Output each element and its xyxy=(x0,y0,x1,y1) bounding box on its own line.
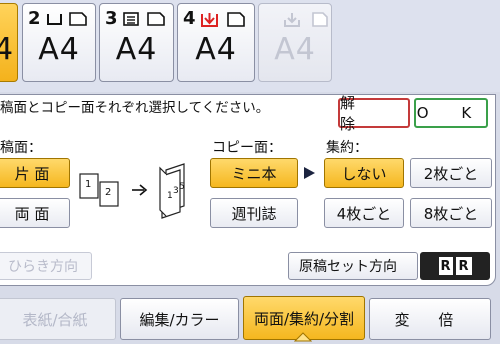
tray-type-icons xyxy=(201,12,245,27)
original-orientation-label: 原稿セット方向 xyxy=(299,259,397,275)
combine-4-button[interactable]: 4枚ごと xyxy=(324,198,404,228)
illustration-book-page-a: 1 xyxy=(167,191,173,201)
combine-2-button[interactable]: 2枚ごと xyxy=(410,158,492,188)
tab-edit-color-label: 編集/カラー xyxy=(139,310,220,329)
illustration-book-page-b: 3 xyxy=(173,186,179,196)
tray-size: 4 xyxy=(0,32,15,67)
play-arrow-icon xyxy=(304,167,315,179)
ok-button-label: O K xyxy=(416,104,486,122)
combine-4-label: 4枚ごと xyxy=(336,204,392,223)
tray-number: 4 xyxy=(183,8,196,29)
opening-direction-label: ひらき方向 xyxy=(8,259,78,275)
tab-edit-color[interactable]: 編集/カラー xyxy=(120,298,239,340)
combine-8-label: 8枚ごと xyxy=(423,204,479,223)
copy-booklet-button[interactable]: 週刊誌 xyxy=(210,198,298,228)
tray-size: A4 xyxy=(195,32,237,67)
opening-direction-button[interactable]: ひらき方向 xyxy=(0,252,92,280)
copy-side-label: コピー面： xyxy=(212,140,282,156)
copy-magazine-label: ミニ本 xyxy=(231,164,277,183)
tab-reduce-enlarge-label: 変 倍 xyxy=(394,310,466,329)
orientation-icon-panel: R R xyxy=(420,252,490,280)
original-label: 稿面： xyxy=(0,140,42,156)
cancel-button[interactable]: 解 除 xyxy=(338,94,410,133)
bypass-tray-icons xyxy=(284,12,328,27)
tray-type-icons xyxy=(47,12,87,26)
copy-booklet-label: 週刊誌 xyxy=(231,204,277,223)
bypass-tray: A4 xyxy=(258,3,332,82)
tray-size: A4 xyxy=(274,32,316,67)
illustration-page-2: 2 xyxy=(105,187,111,198)
booklet-illustration: 1 2 1 3 5 xyxy=(79,163,185,219)
original-two-sided-label: 両 面 xyxy=(14,204,50,223)
combine-off-label: しない xyxy=(341,164,387,183)
tab-reduce-enlarge[interactable]: 変 倍 xyxy=(369,298,491,340)
combine-8-button[interactable]: 8枚ごと xyxy=(410,198,492,228)
cancel-button-label: 解 除 xyxy=(340,94,370,133)
original-one-sided-label: 片 面 xyxy=(14,164,50,183)
paper-tray-1[interactable]: 4 xyxy=(0,3,18,82)
combine-2-label: 2枚ごと xyxy=(423,164,479,183)
tray-size: A4 xyxy=(115,32,158,67)
active-tab-indicator-icon xyxy=(294,332,312,342)
paper-tray-2[interactable]: 2 A4 xyxy=(22,3,96,82)
instruction-message: 稿面とコピー面それぞれ選択してください。 xyxy=(0,100,270,116)
illustration-page-1: 1 xyxy=(85,179,91,190)
combine-label: 集約： xyxy=(326,140,368,156)
copy-magazine-button[interactable]: ミニ本 xyxy=(210,158,298,188)
tray-type-icons xyxy=(123,12,165,26)
original-one-sided-button[interactable]: 片 面 xyxy=(0,158,70,188)
tab-cover-slip-sheet-label: 表紙/合紙 xyxy=(22,310,88,329)
original-two-sided-button[interactable]: 両 面 xyxy=(0,198,70,228)
orientation-r-icon: R xyxy=(455,257,472,275)
tab-duplex-combine-series-label: 両面/集約/分割 xyxy=(253,309,355,328)
tray-size: A4 xyxy=(38,32,80,67)
orientation-r-icon: R xyxy=(438,257,453,275)
original-orientation-button[interactable]: 原稿セット方向 xyxy=(288,252,418,280)
ok-button[interactable]: O K xyxy=(414,98,488,128)
tray-number: 2 xyxy=(28,8,41,29)
combine-off-button[interactable]: しない xyxy=(324,158,404,188)
tab-cover-slip-sheet[interactable]: 表紙/合紙 xyxy=(0,298,116,340)
paper-tray-4[interactable]: 4 A4 xyxy=(177,3,255,82)
tray-number: 3 xyxy=(105,8,118,29)
illustration-book-page-c: 5 xyxy=(179,182,185,192)
paper-tray-3[interactable]: 3 A4 xyxy=(99,3,174,82)
